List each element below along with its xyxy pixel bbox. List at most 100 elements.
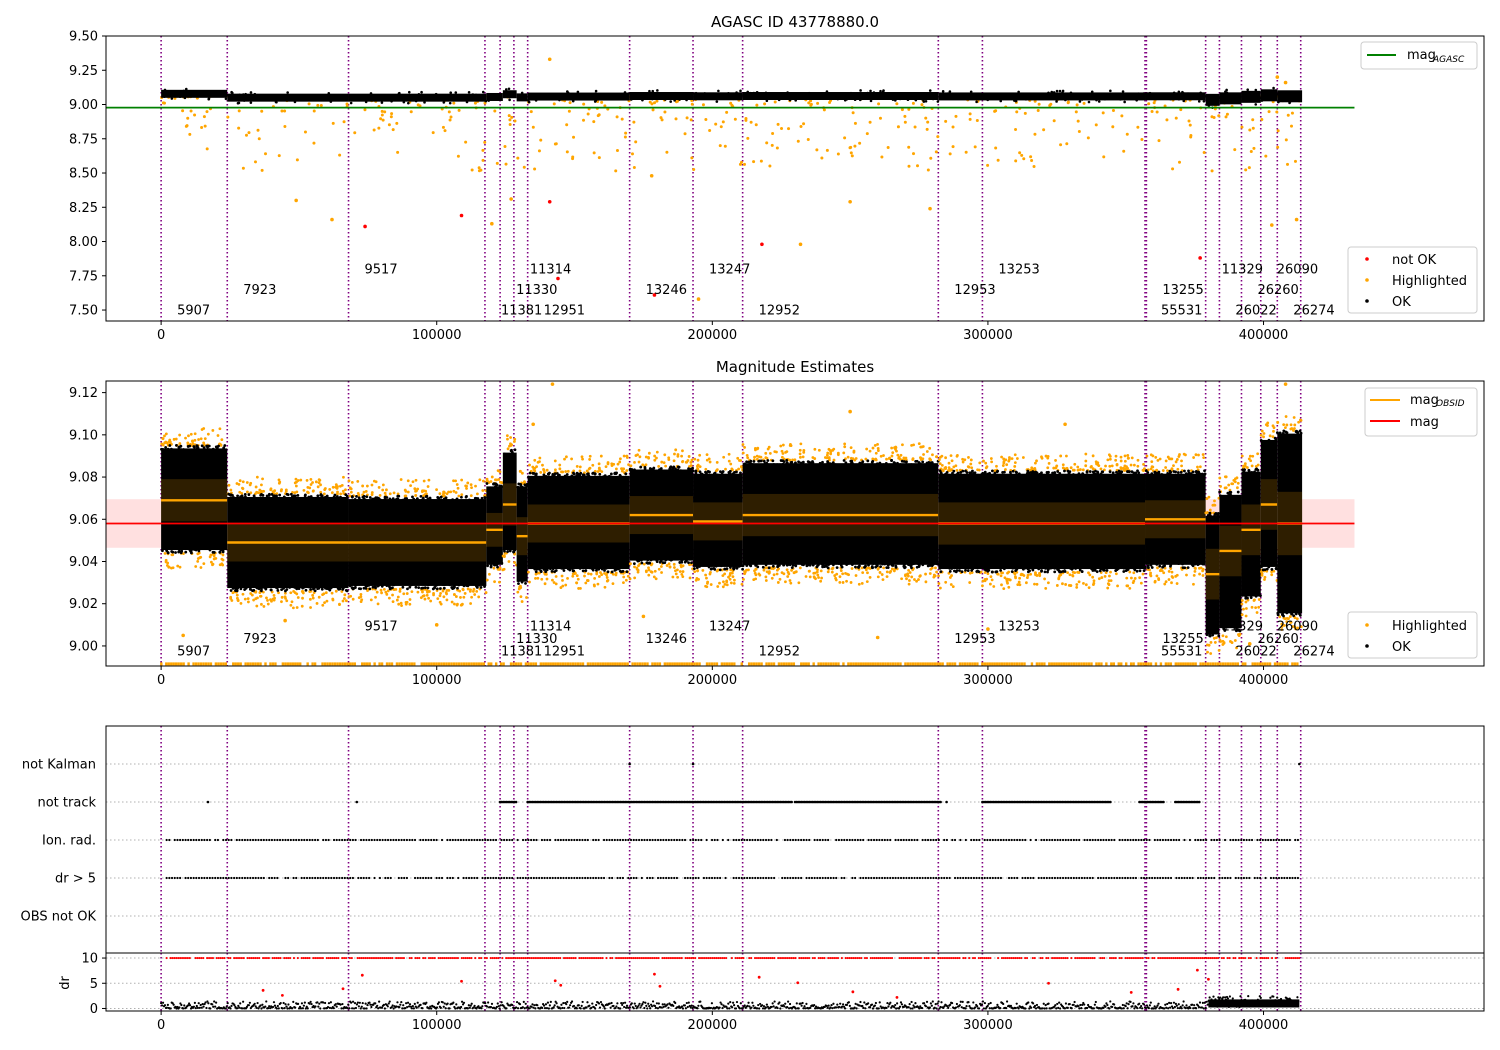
ok-point bbox=[879, 89, 882, 93]
highlighted-point bbox=[994, 146, 998, 150]
highlighted-point bbox=[780, 127, 784, 131]
highlighted-point bbox=[432, 592, 435, 595]
highlighted-point bbox=[904, 573, 907, 577]
ok-point bbox=[551, 567, 555, 571]
highlighted-floor-point bbox=[656, 662, 659, 666]
ok-point bbox=[961, 473, 965, 477]
highlighted-point bbox=[986, 627, 990, 631]
legend-mag-lines[interactable]: mag OBSID mag bbox=[1364, 387, 1478, 437]
ok-point bbox=[1257, 472, 1261, 475]
ok-point bbox=[1247, 470, 1251, 473]
ok-point bbox=[882, 463, 886, 467]
ok-point bbox=[1040, 565, 1044, 569]
highlighted-point bbox=[483, 140, 487, 144]
ok-point bbox=[203, 91, 207, 94]
highlighted-point bbox=[266, 599, 269, 602]
highlighted-point bbox=[1207, 495, 1211, 499]
highlighted-point bbox=[260, 483, 263, 487]
highlighted-floor-point bbox=[919, 662, 922, 666]
highlighted-point bbox=[637, 448, 641, 452]
ok-point bbox=[1176, 471, 1180, 474]
legend-agasc-line[interactable]: mag AGASC bbox=[1360, 41, 1478, 70]
highlighted-point bbox=[846, 455, 850, 459]
ok-point bbox=[1069, 566, 1072, 570]
highlighted-point bbox=[647, 573, 651, 577]
ok-point bbox=[936, 100, 940, 103]
ok-point bbox=[575, 471, 579, 475]
ok-point bbox=[450, 586, 454, 589]
highlighted-point bbox=[836, 451, 840, 455]
ok-point bbox=[479, 98, 482, 102]
ok-point bbox=[821, 97, 824, 100]
highlighted-point bbox=[1270, 573, 1274, 577]
highlighted-floor-point bbox=[785, 662, 788, 666]
highlighted-point bbox=[1167, 457, 1171, 461]
ok-point bbox=[397, 92, 401, 95]
highlighted-point bbox=[1007, 570, 1011, 574]
highlighted-floor-point bbox=[658, 662, 662, 666]
highlighted-point bbox=[575, 574, 579, 578]
highlighted-point bbox=[481, 158, 485, 162]
ok-point bbox=[471, 93, 475, 96]
highlighted-floor-point bbox=[777, 662, 781, 666]
highlighted-point bbox=[1202, 151, 1206, 155]
highlighted-point bbox=[984, 461, 988, 465]
ok-point bbox=[785, 94, 789, 98]
highlighted-point bbox=[1245, 607, 1248, 610]
highlighted-floor-point bbox=[1072, 662, 1076, 666]
highlighted-point bbox=[951, 125, 955, 129]
ok-point bbox=[467, 90, 471, 94]
panel1-ytick-label: 7.75 bbox=[69, 269, 98, 284]
ok-point bbox=[922, 100, 926, 103]
highlighted-point bbox=[1272, 426, 1276, 430]
highlighted-point bbox=[936, 135, 940, 139]
ok-point bbox=[745, 564, 749, 568]
ok-point bbox=[776, 564, 780, 568]
highlighted-point bbox=[830, 570, 834, 574]
highlighted-point bbox=[399, 478, 403, 481]
highlighted-point bbox=[339, 492, 343, 496]
ok-point bbox=[289, 95, 293, 98]
highlighted-point bbox=[1013, 453, 1017, 457]
ok-point bbox=[1001, 92, 1005, 96]
ok-point bbox=[301, 586, 305, 590]
highlighted-point bbox=[1259, 433, 1263, 437]
legend-agasc-points[interactable]: not OK Highlighted OK bbox=[1347, 246, 1478, 314]
highlighted-floor-point bbox=[313, 662, 317, 666]
ok-point bbox=[417, 586, 421, 590]
ok-point bbox=[964, 568, 967, 572]
ok-point bbox=[1073, 474, 1076, 477]
highlighted-point bbox=[1264, 154, 1268, 158]
highlighted-point bbox=[1275, 110, 1279, 114]
highlighted-point bbox=[1130, 576, 1133, 580]
ok-point bbox=[596, 475, 600, 479]
highlighted-point bbox=[901, 443, 904, 447]
ok-point bbox=[177, 550, 181, 554]
highlighted-floor-point bbox=[961, 662, 964, 666]
highlighted-point bbox=[469, 588, 472, 592]
ok-point bbox=[1203, 469, 1206, 473]
highlighted-point bbox=[657, 567, 661, 571]
highlighted-point bbox=[1023, 111, 1027, 115]
highlighted-point bbox=[620, 467, 623, 471]
highlighted-floor-point bbox=[1149, 662, 1153, 666]
highlighted-floor-point bbox=[286, 662, 290, 666]
highlighted-point bbox=[886, 146, 890, 150]
ok-point bbox=[509, 547, 513, 551]
highlighted-floor-point bbox=[177, 662, 180, 666]
ok-point bbox=[806, 460, 810, 464]
highlighted-point bbox=[969, 462, 973, 466]
legend-mag-points[interactable]: Highlighted OK bbox=[1347, 611, 1478, 659]
ok-point bbox=[417, 499, 421, 503]
highlighted-point bbox=[516, 156, 520, 160]
ok-point bbox=[871, 566, 874, 570]
highlighted-floor-point bbox=[681, 662, 684, 666]
ok-point bbox=[309, 587, 313, 591]
ok-point bbox=[506, 547, 510, 551]
highlighted-point bbox=[1063, 422, 1067, 427]
ok-point bbox=[866, 91, 869, 95]
obsid-label: 12951 bbox=[544, 645, 585, 660]
highlighted-point bbox=[356, 479, 360, 483]
ok-point bbox=[1275, 431, 1279, 435]
highlighted-floor-point bbox=[618, 662, 622, 666]
